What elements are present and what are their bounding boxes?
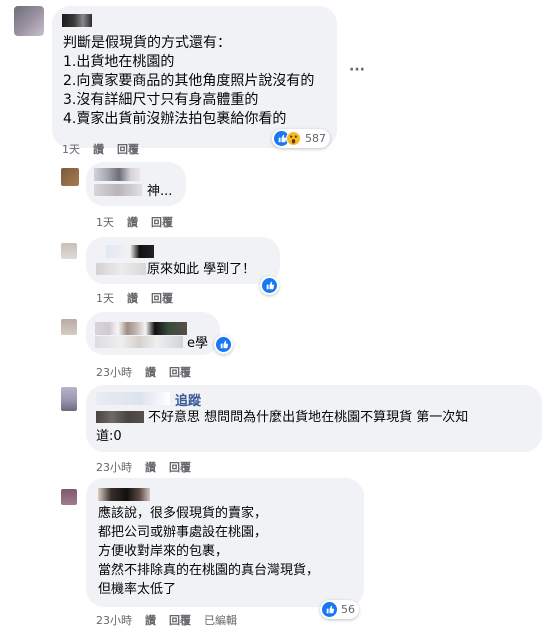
comment-text-line: 但機率太低了 — [98, 582, 177, 597]
comment-text-line: 方便收對岸來的包裹， — [98, 544, 229, 559]
like-button[interactable]: 讚 — [145, 461, 156, 474]
avatar[interactable] — [61, 168, 79, 186]
comment-text-line: 道:0 — [96, 429, 122, 444]
like-button[interactable]: 讚 — [145, 366, 156, 379]
reply-button[interactable]: 回覆 — [151, 292, 173, 305]
avatar[interactable] — [14, 6, 44, 36]
reply-button[interactable]: 回覆 — [169, 614, 191, 627]
wow-icon — [286, 131, 301, 146]
reaction-summary[interactable]: 56 — [320, 600, 359, 619]
like-button[interactable]: 讚 — [127, 216, 138, 229]
reply-button[interactable]: 回覆 — [117, 143, 139, 156]
reaction-summary[interactable] — [260, 276, 279, 295]
more-options-button[interactable]: ··· — [349, 62, 365, 78]
timestamp[interactable]: 1天 — [62, 143, 80, 156]
like-icon — [262, 278, 277, 293]
comment-actions: 23小時讚回覆 — [96, 459, 204, 475]
timestamp[interactable]: 1天 — [96, 292, 114, 305]
avatar[interactable] — [61, 387, 77, 411]
comment-actions: 23小時讚回覆 已編輯 — [96, 612, 250, 628]
comment-actions: 1天讚回覆 — [96, 214, 186, 230]
reply-button[interactable]: 回覆 — [151, 216, 173, 229]
author-name-blurred[interactable] — [62, 14, 92, 27]
like-button[interactable]: 讚 — [93, 143, 104, 156]
comment-text-line: 不好意思 想問問為什麼出貨地在桃園不算現貨 第一次知 — [148, 410, 469, 425]
comment-text-line: 當然不排除真的在桃園的真台灣現貨， — [98, 563, 320, 578]
author-name-blurred[interactable] — [98, 488, 150, 501]
reply-button[interactable]: 回覆 — [169, 366, 191, 379]
comment-text-line: 1.出貨地在桃園的 — [63, 54, 175, 70]
comment-text-line: 都把公司或辦事處設在桃園， — [98, 525, 268, 540]
comment-bubble: 神... — [86, 162, 186, 206]
comment-text: e學 — [187, 336, 208, 351]
comment-actions: 1天讚回覆 — [62, 141, 152, 157]
comment-bubble: e學 — [86, 312, 220, 355]
author-name-blurred[interactable] — [96, 392, 170, 405]
avatar[interactable] — [61, 319, 77, 335]
comment-bubble: 追蹤 不好意思 想問問為什麼出貨地在桃園不算現貨 第一次知 道:0 — [86, 385, 542, 452]
reaction-summary[interactable] — [214, 335, 233, 354]
author-name-blurred[interactable] — [106, 245, 154, 258]
like-icon — [322, 602, 337, 617]
like-button[interactable]: 讚 — [127, 292, 138, 305]
reaction-count: 587 — [305, 132, 326, 145]
reaction-count: 56 — [341, 603, 355, 616]
follow-link[interactable]: 追蹤 — [175, 390, 201, 409]
comment-actions: 1天讚回覆 — [96, 290, 186, 306]
timestamp[interactable]: 23小時 — [96, 461, 132, 474]
comment-text-line: 應該說，很多假現貨的賣家， — [98, 506, 268, 521]
comment-bubble: 應該說，很多假現貨的賣家， 都把公司或辦事處設在桃園， 方便收對岸來的包裹， 當… — [86, 478, 364, 607]
comment-text: 神... — [147, 184, 173, 199]
comment-text-line: 3.沒有詳細尺寸只有身高體重的 — [63, 92, 259, 108]
avatar[interactable] — [61, 243, 77, 259]
timestamp[interactable]: 23小時 — [96, 614, 132, 627]
author-name-blurred[interactable] — [95, 322, 187, 335]
comment-actions: 23小時讚回覆 — [96, 364, 204, 380]
comment-text: 原來如此 學到了！ — [147, 262, 256, 277]
like-button[interactable]: 讚 — [145, 614, 156, 627]
comment-text-line: 4.賣家出貨前沒辦法拍包裹給你看的 — [63, 111, 287, 127]
comment-bubble: 原來如此 學到了！ — [86, 237, 280, 284]
comment-bubble: 判斷是假現貨的方式還有： 1.出貨地在桃園的 2.向賣家要商品的其他角度照片說沒… — [52, 6, 337, 148]
timestamp[interactable]: 1天 — [96, 216, 114, 229]
comment-text-line: 2.向賣家要商品的其他角度照片說沒有的 — [63, 73, 315, 89]
reaction-summary[interactable]: 587 — [272, 129, 330, 148]
author-name-blurred[interactable] — [94, 168, 140, 181]
like-icon — [216, 337, 231, 352]
avatar[interactable] — [61, 489, 77, 505]
reply-button[interactable]: 回覆 — [169, 461, 191, 474]
timestamp[interactable]: 23小時 — [96, 366, 132, 379]
edited-label[interactable]: 已編輯 — [204, 614, 237, 627]
comment-text-line: 判斷是假現貨的方式還有： — [63, 35, 231, 51]
